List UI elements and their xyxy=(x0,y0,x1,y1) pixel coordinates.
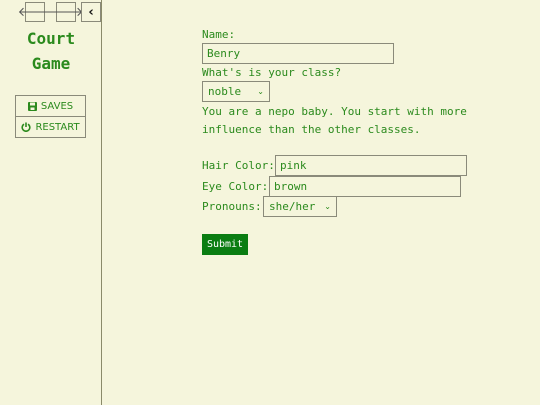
name-input[interactable] xyxy=(202,43,394,64)
pronouns-label: Pronouns: xyxy=(202,200,262,213)
name-label: Name: xyxy=(202,28,236,41)
chevron-down-icon: ⌄ xyxy=(257,87,264,96)
pronouns-select-value: she/her xyxy=(269,200,316,213)
hair-color-label: Hair Color: xyxy=(202,159,275,172)
chevron-down-icon: ⌄ xyxy=(324,202,331,211)
saves-label: SAVES xyxy=(40,100,74,112)
sidebar: 🡐 🡒 ‹ Court Game SAVES RESTART xyxy=(0,0,102,405)
class-description: You are a nepo baby. You start with more… xyxy=(202,105,467,136)
chevron-left-icon: ‹ xyxy=(88,4,94,20)
pronouns-select[interactable]: she/her ⌄ xyxy=(263,196,337,217)
forward-button[interactable]: 🡒 xyxy=(49,2,83,22)
game-title-line1: Court xyxy=(26,29,76,48)
eye-color-input[interactable] xyxy=(269,176,461,197)
back-button[interactable]: 🡐 xyxy=(18,2,52,22)
class-question: What's is your class? xyxy=(202,66,342,79)
saves-button[interactable]: SAVES xyxy=(15,95,86,117)
power-icon xyxy=(21,122,31,132)
class-select-value: noble xyxy=(208,85,242,98)
floppy-disk-icon xyxy=(27,101,37,111)
arrow-left-icon: 🡐 xyxy=(17,5,53,20)
class-select[interactable]: noble ⌄ xyxy=(202,81,270,102)
submit-button[interactable]: Submit xyxy=(202,234,248,255)
restart-button[interactable]: RESTART xyxy=(15,116,86,138)
eye-color-label: Eye Color: xyxy=(202,180,269,193)
restart-label: RESTART xyxy=(35,121,80,133)
game-title: Court Game xyxy=(0,26,102,76)
game-title-line2: Game xyxy=(31,54,71,73)
hair-color-input[interactable] xyxy=(275,155,467,176)
collapse-sidebar-button[interactable]: ‹ xyxy=(81,2,101,22)
arrow-right-icon: 🡒 xyxy=(48,5,84,20)
